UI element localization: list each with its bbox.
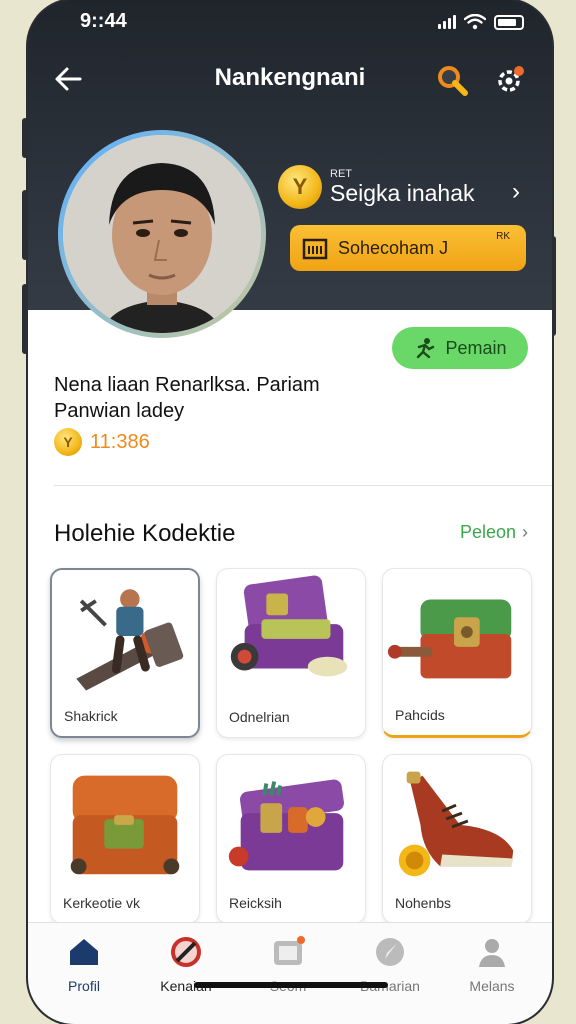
wifi-icon xyxy=(464,14,486,30)
store-icon xyxy=(302,238,328,260)
player-name: Nena liaan Renarlksa. Pariam Panwian lad… xyxy=(54,372,320,424)
top-bar: Nankengnani xyxy=(28,56,552,100)
status-icons xyxy=(438,14,524,30)
balance-row[interactable]: Y RET Seigka inahak xyxy=(278,165,475,209)
card-label: Kerkeotie vk xyxy=(63,895,141,911)
collection-card[interactable]: Shakrick xyxy=(50,568,200,738)
nav-label: Profil xyxy=(68,978,100,994)
card-label: Reicksih xyxy=(229,895,282,911)
score-value: 11:386 xyxy=(90,430,150,453)
collection-card[interactable]: Pahcids xyxy=(382,568,532,738)
profile-content: Pemain Nena liaan Renarlksa. Pariam Panw… xyxy=(28,310,552,930)
section-title: Holehie Kodektie xyxy=(54,520,236,547)
shop-button-badge: RK xyxy=(496,231,510,242)
score-row: Y 11:386 xyxy=(54,428,150,456)
compass-icon xyxy=(376,938,404,966)
avatar[interactable] xyxy=(58,130,266,338)
shop-button[interactable]: Sohecoham J RK xyxy=(290,225,526,271)
search-icon[interactable] xyxy=(434,62,470,98)
collection-card[interactable]: Kerkeotie vk xyxy=(50,754,200,924)
prohibited-icon xyxy=(171,937,201,967)
status-time: 9::44 xyxy=(80,10,127,32)
chevron-right-icon: › xyxy=(522,522,528,542)
card-label: Nohenbs xyxy=(395,895,452,911)
player-name-line1: Nena liaan Renarlksa. Pariam xyxy=(54,374,320,396)
balance-prefix: RET xyxy=(330,167,352,180)
status-bar: 9::44 xyxy=(80,10,524,36)
balance-label: Seigka inahak xyxy=(330,179,475,206)
orange-chest-icon xyxy=(70,775,180,875)
card-label: Pahcids xyxy=(395,707,445,723)
player-name-line2: Panwian ladey xyxy=(54,400,185,422)
nav-label: Melans xyxy=(469,978,515,994)
gold-coin-icon: Y xyxy=(278,165,322,209)
shop-button-label: Sohecoham J xyxy=(338,237,449,258)
camera-icon xyxy=(274,936,305,965)
purple-chest-icon xyxy=(230,575,348,677)
collection-card[interactable]: Reicksih xyxy=(216,754,366,924)
divider xyxy=(54,485,552,486)
collection-card[interactable]: Odnelrian xyxy=(216,568,366,738)
card-label: Shakrick xyxy=(64,708,118,724)
chevron-right-icon[interactable]: › xyxy=(512,178,520,206)
nav-item-profil[interactable]: Profil xyxy=(32,935,136,994)
signal-icon xyxy=(438,15,456,29)
nav-item-melans[interactable]: Melans xyxy=(440,935,544,994)
see-all-link[interactable]: Peleon › xyxy=(460,522,528,543)
boot-icon xyxy=(398,771,514,877)
collection-card[interactable]: Nohenbs xyxy=(382,754,532,924)
supply-crate-icon xyxy=(228,779,344,871)
settings-gear-icon[interactable] xyxy=(492,62,528,98)
player-icon xyxy=(417,338,435,359)
green-chest-icon xyxy=(387,599,512,679)
avatar-photo xyxy=(63,135,261,333)
pemain-button-label: Pemain xyxy=(445,337,507,358)
pemain-button[interactable]: Pemain xyxy=(392,327,528,369)
home-indicator xyxy=(194,982,388,988)
bottom-nav: Profil Kenaian Seom Bamarian xyxy=(28,922,552,1024)
card-label: Odnelrian xyxy=(229,709,290,725)
home-icon xyxy=(70,939,98,965)
battery-icon xyxy=(494,14,524,30)
warrior-gun-icon xyxy=(76,589,184,691)
phone-frame: 9::44 Nankengnani Y RET Seigka inahak › … xyxy=(28,0,552,1024)
page-title: Nankengnani xyxy=(214,64,366,91)
coin-icon: Y xyxy=(54,428,82,456)
user-icon xyxy=(479,939,505,967)
see-all-label: Peleon xyxy=(459,522,516,542)
